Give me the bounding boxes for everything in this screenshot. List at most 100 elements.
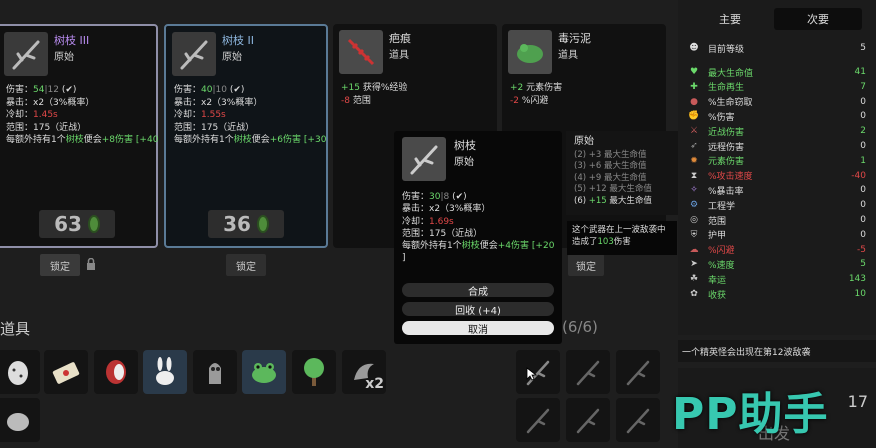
meat-icon [106,360,126,384]
weapon-slot-1[interactable] [516,350,560,394]
stat-value: 143 [848,274,866,285]
stat-label: 最大生命值 [708,68,754,79]
stat-value: 0 [860,111,866,122]
item-tier: 道具 [389,50,409,61]
stat-value: -40 [851,170,866,181]
stat-row: ⚔ 近战伤害 2 [688,125,866,138]
stat-icon: ◎ [690,215,698,225]
stat-row: ➤ %速度 5 [688,258,866,271]
stat-icon: ➶ [690,141,698,151]
watermark: PP助手 [672,389,829,440]
branch-icon [626,360,650,386]
lock-icon [86,257,96,270]
stat-label: %生命窃取 [708,98,753,109]
popup-item-name: 树枝 [454,139,476,152]
branch-icon [402,137,446,181]
stat-row: ☘ 幸运 143 [688,273,866,286]
item-slot-alien[interactable] [193,350,237,394]
stat-icon: ➤ [690,259,698,270]
damage-tooltip: 这个武器在上一波敌袭中造成了103伤害 [567,221,677,255]
stat-label: 近战伤害 [708,127,745,138]
weapon-slot-2[interactable] [566,350,610,394]
weapon-slot-5[interactable] [566,398,610,442]
stat-row: ♥ 最大生命值 41 [688,66,866,79]
elite-notice: 一个精英怪会出现在第12波敌袭 [678,340,876,362]
stat-value: 41 [854,67,866,77]
weapon-popup: 树枝 原始 伤害：30|8 (✔) 暴击：x2（3%概率） 冷却：1.69s 范… [394,131,562,344]
item-slot-meat[interactable] [94,350,138,394]
rock-icon [7,413,29,431]
stat-value: 5 [860,259,866,270]
item-slot-coupon[interactable] [44,350,88,394]
stat-row: ✧ %暴击率 0 [688,184,866,197]
price-button[interactable]: 36 [208,210,284,238]
stat-icon: ⚙ [689,200,699,211]
mouse-cursor-icon [526,367,538,384]
weapons-count: (6/6) [562,318,598,336]
stat-icon: ✹ [690,155,698,166]
branch-icon [526,408,550,434]
tab-secondary[interactable]: 次要 [774,8,862,30]
stat-label: 元素伤害 [708,157,745,168]
stat-row: ◎ 范围 0 [688,214,866,227]
item-slot-claw[interactable]: x2 [342,350,386,394]
stat-label: %伤害 [708,112,735,123]
stat-label: 收获 [708,290,727,301]
stat-value: -5 [857,244,866,255]
item-slot-frog[interactable] [242,350,286,394]
item-slot-egg[interactable] [0,350,40,394]
weapon-slot-4[interactable] [516,398,560,442]
item-stats: 伤害：54|12 (✔) 暴击：x2（3%概率） 冷却：1.45s 范围：175… [6,85,159,145]
stat-label: %闪避 [708,246,735,257]
stat-value: 0 [860,185,866,196]
stat-row: ⧗ %攻击速度 -40 [688,170,866,183]
tree-icon [304,358,324,386]
recycle-button[interactable]: 回收 (+4) [402,302,554,317]
lock-button-1[interactable]: 锁定 [40,254,80,276]
shop-card-branch-2[interactable]: 树枝 II 原始 伤害：40|10 (✔) 暴击：x2（3%概率） 冷却：1.5… [164,24,328,248]
branch-icon [576,408,600,434]
frog-icon [252,363,276,383]
egg-icon [8,361,28,385]
price-button[interactable]: 63 [39,210,115,238]
stat-label: %速度 [708,260,735,271]
stat-icon: ⧗ [690,170,698,181]
stat-icon: ✿ [690,289,698,299]
stat-value: 1 [860,155,866,166]
item-name: 树枝 II [222,34,254,47]
bunny-icon [156,357,174,385]
wave-number: 17 [847,392,868,411]
stat-row: ⚙ 工程学 0 [688,199,866,212]
sludge-icon [508,30,552,74]
item-name: 疤痕 [389,32,411,45]
tab-main[interactable]: 主要 [686,8,774,30]
item-stack-count: x2 [365,376,384,392]
stat-label: 护甲 [708,231,727,242]
item-stats: +2 元素伤害 -2 %闪避 [510,83,563,106]
cancel-button[interactable]: 取消 [402,321,554,336]
item-slot-tree[interactable] [292,350,336,394]
item-name: 毒污泥 [558,32,591,45]
scar-icon [339,30,383,74]
item-stats: +15 获得%经验 -8 范围 [341,83,408,106]
tier-title: 原始 [574,136,594,147]
material-icon [256,215,269,233]
weapon-slot-3[interactable] [616,350,660,394]
alien-icon [209,363,221,384]
combine-button[interactable]: 合成 [402,283,554,298]
lock-button-2[interactable]: 锁定 [226,254,266,276]
item-name: 树枝 III [54,34,90,47]
stat-value: 0 [860,96,866,107]
shop-card-branch-3[interactable]: 树枝 III 原始 伤害：54|12 (✔) 暴击：x2（3%概率） 冷却：1.… [0,24,158,248]
lock-button-4[interactable]: 锁定 [568,254,604,276]
branch-icon [626,408,650,434]
weapon-slot-6[interactable] [616,398,660,442]
stat-icon: ● [690,96,698,107]
branch-icon [576,360,600,386]
item-tier: 道具 [558,50,578,61]
stat-icon: ✚ [690,81,698,92]
item-slot-bunny[interactable] [143,350,187,394]
stat-row: ✹ 元素伤害 1 [688,155,866,168]
item-slot-rock[interactable] [0,398,40,442]
stat-value: 0 [860,200,866,211]
